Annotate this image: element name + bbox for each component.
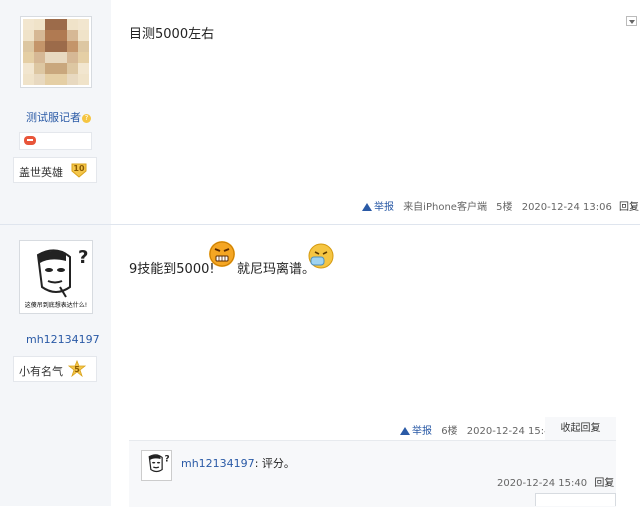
sub-reply-text: : 评分。 [254,457,295,470]
svg-text:?: ? [165,454,170,464]
report-link[interactable]: 举报 [412,426,432,437]
reply-input[interactable] [535,493,616,506]
sub-reply-line: mh12134197: 评分。 [181,455,295,471]
pixelated-avatar-image [23,19,89,85]
sick-emoji [308,243,334,269]
username-text[interactable]: 测试服记者 [26,111,81,124]
post-time: 2020-12-24 15:40 [466,426,557,437]
floor-number: 6楼 [441,426,458,437]
post-time: 2020-12-24 13:06 [521,202,612,213]
floor-number: 5楼 [496,202,513,213]
collapse-reply-button[interactable]: 收起回复 [545,417,616,440]
sub-reply-meta: 2020-12-24 15:40 回复 [497,474,614,489]
post-source[interactable]: 来自iPhone客户端 [403,202,487,213]
warning-icon[interactable] [362,203,372,211]
post-body-part2: 就尼玛离谱。 [237,262,316,277]
sub-reply-reply-link[interactable]: 回复 [594,478,614,489]
gamepad-icon[interactable] [24,136,36,145]
collapse-icon[interactable] [626,16,637,26]
avatar-caption: 这傻吊到底想表达什么! [24,302,88,309]
sub-reply-time: 2020-12-24 15:40 [497,478,588,489]
username-link[interactable]: 测试服记者? [26,109,91,125]
rank-badge-icon: 5 [67,359,87,378]
post-meta: 举报 来自iPhone客户端 5楼 2020-12-24 13:06 回复 [362,198,639,213]
rank-title: 小有名气 [19,365,63,378]
post-meta: 举报 6楼 2020-12-24 15:40 [400,422,557,437]
report-link[interactable]: 举报 [374,202,394,213]
avatar[interactable]: ? [141,450,172,481]
svg-text:?: ? [78,247,88,268]
rank-title: 盖世英雄 [19,166,63,179]
warning-icon[interactable] [400,427,410,435]
sub-reply-username[interactable]: mh12134197 [181,457,255,470]
post-body-part1: 9技能到5000! [129,262,215,277]
help-icon[interactable]: ? [82,113,91,123]
avatar[interactable] [20,16,92,88]
rank-level: 10 [73,164,85,173]
meme-face-image: ? [148,454,170,473]
post-body: 目测5000左右 [129,27,215,42]
reply-link[interactable]: 回复 [619,202,639,213]
username-link[interactable]: mh12134197 [26,333,100,346]
medal-box [19,132,92,150]
rank-badge-icon: 10 [70,161,88,179]
rank-level: 5 [74,365,80,374]
rank-box: 盖世英雄 10 [13,157,97,183]
rank-box: 小有名气 5 [13,356,97,382]
post-divider [0,224,640,225]
angry-emoji [209,241,235,267]
